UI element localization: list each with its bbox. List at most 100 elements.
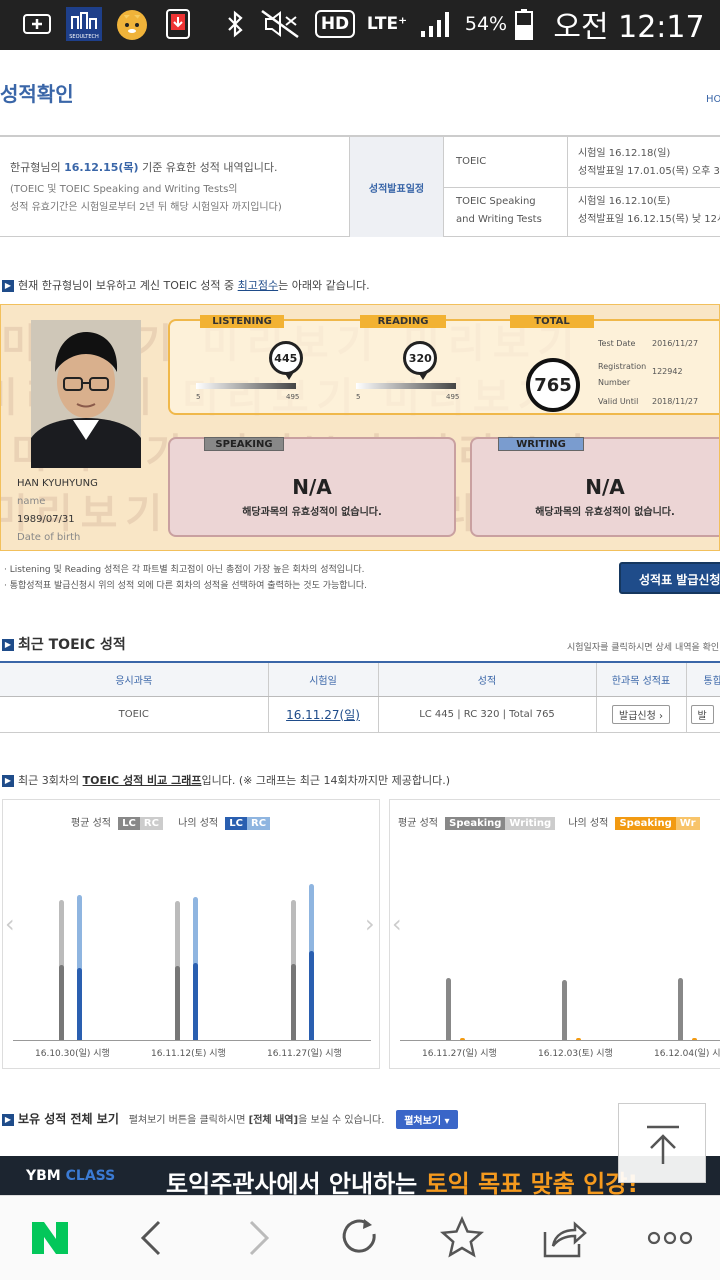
seoultech-icon: SEOULTECH	[66, 7, 102, 41]
legend-avg-rc: RC	[139, 817, 163, 830]
chart-bar	[460, 1038, 465, 1040]
ybm-logo: YBM CLASS	[26, 1168, 115, 1184]
clock: 오전 12:17	[553, 10, 705, 45]
ad-banner[interactable]: YBM CLASS 토익주관사에서 안내하는 토익 목표 맞춤 인강!	[0, 1156, 720, 1195]
expand-button[interactable]: 펼쳐보기 ▾	[396, 1110, 458, 1129]
scale-max: 495	[446, 393, 460, 401]
x-tick-label: 16.10.30(일) 시행	[35, 1049, 110, 1059]
test-date-label: Test Date	[598, 339, 636, 348]
x-tick-label: 16.11.27(일) 시행	[267, 1049, 342, 1059]
chart-bar	[562, 980, 567, 1040]
issue-button[interactable]: 발급신청 ›	[612, 704, 670, 724]
reading-tag: READING	[360, 315, 446, 328]
back-icon[interactable]	[122, 1208, 182, 1268]
naver-home-icon[interactable]	[20, 1208, 80, 1268]
notice-suffix: 기준 유효한 성적 내역입니다.	[138, 161, 278, 174]
legend-my-rc: RC	[247, 817, 271, 830]
bookmark-star-icon[interactable]	[432, 1208, 492, 1268]
row-combined-cell: 발	[686, 696, 720, 733]
holdings-heading: ▶ 보유 성적 전체 보기 펼쳐보기 버튼을 클릭하시면 [전체 내역]을 보실 …	[2, 1110, 458, 1129]
logo-b: CLASS	[65, 1168, 116, 1184]
chart-bar	[193, 963, 198, 1040]
reading-score-pin: 320	[403, 341, 438, 380]
notice-date: 16.12.15(목)	[64, 161, 139, 174]
compare-highlight: TOEIC 성적 비교 그래프	[82, 774, 202, 787]
registration-label: Registration Number	[598, 362, 647, 387]
chart-prev-icon[interactable]: ‹	[392, 910, 402, 938]
best-score-heading: ▶ 현재 한규형님이 보유하고 계신 TOEIC 성적 중 최고점수는 아래와 같…	[2, 277, 370, 293]
banner-text-a: 토익주관사에서 안내하는	[166, 1170, 426, 1195]
hd-label: HD	[314, 10, 356, 38]
holdings-desc-highlight: [전체 내역]	[248, 1115, 299, 1126]
row-date[interactable]: 16.11.27(일)	[286, 708, 360, 722]
row-date-link[interactable]: 16.11.27(일)	[268, 696, 379, 733]
status-bar: SEOULTECH HD LTE⁺ 54% 오전 12:17	[0, 0, 720, 50]
speaking-na-note: 해당과목의 유효성적이 없습니다.	[242, 507, 382, 518]
scroll-to-top-button[interactable]	[618, 1103, 706, 1183]
bullet-arrow-icon: ▶	[2, 280, 14, 292]
listening-tag: LISTENING	[200, 315, 284, 328]
birth-label: Date of birth	[17, 532, 81, 543]
score-notes: · Listening 및 Reading 성적은 각 파트별 최고점이 아닌 …	[4, 565, 367, 591]
svg-text:SEOULTECH: SEOULTECH	[69, 34, 99, 40]
schedule-test: TOEIC Speaking and Writing Tests	[456, 196, 542, 225]
chart-bar	[678, 978, 683, 1040]
x-tick-label: 16.11.12(토) 시행	[151, 1049, 226, 1059]
add-icon	[22, 8, 52, 40]
compare-heading: ▶ 최근 3회차의 TOEIC 성적 비교 그래프입니다. (※ 그래프는 최근 …	[2, 772, 450, 788]
network-label: LTE⁺	[366, 14, 408, 34]
legend-avg-speaking: Speaking	[445, 817, 506, 830]
schedule-test: TOEIC	[456, 156, 487, 167]
chart-bar	[309, 951, 314, 1040]
registration-number: 122942	[652, 367, 683, 376]
banner-text-b: 토익 목표 맞춤 인강!	[425, 1170, 639, 1195]
chart-bar	[175, 966, 180, 1040]
lr-score-box: LISTENING READING TOTAL 5 495 445 5 495 …	[168, 315, 719, 415]
kakao-icon	[114, 8, 150, 40]
battery-percent: 54%	[464, 13, 508, 35]
row-single-cell: 발급신청 ›	[596, 696, 687, 733]
reload-icon[interactable]	[330, 1208, 390, 1268]
signal-icon	[416, 8, 454, 40]
chart-bar	[446, 978, 451, 1040]
schedule-info: 시험일 16.12.18(일) 성적발표일 17.01.05(목) 오후 3	[578, 148, 720, 177]
bluetooth-icon	[224, 8, 248, 40]
print-report-button[interactable]: 성적표 발급신청	[619, 562, 720, 594]
share-icon[interactable]	[534, 1208, 594, 1268]
issue-combined-button[interactable]: 발	[690, 704, 714, 724]
compare-prefix: 최근 3회차의	[18, 774, 83, 787]
recent-heading: ▶ 최근 TOEIC 성적	[2, 634, 126, 654]
legend-my-lc: LC	[225, 817, 248, 830]
writing-na-note: 해당과목의 유효성적이 없습니다.	[535, 507, 675, 518]
browser-toolbar	[0, 1195, 720, 1280]
recent-table: 응시과목 시험일 성적 한과목 성적표 통합 TOEIC 16.11.27(일)…	[0, 661, 720, 733]
bullet-arrow-icon: ▶	[2, 1113, 14, 1126]
chart-legend: 평균 성적 LC RC 나의 성적 LC RC	[71, 814, 271, 830]
speaking-na: N/A	[292, 475, 332, 499]
toeic-chart: 평균 성적 LC RC 나의 성적 LC RC ‹ › 16.10.30(일) 시행…	[2, 799, 380, 1069]
chart-prev-icon[interactable]: ‹	[5, 910, 15, 938]
legend-mine: 나의 성적	[178, 818, 219, 829]
notice-main: 한규형님의 16.12.15(목) 기준 유효한 성적 내역입니다.	[10, 159, 278, 175]
web-page: 성적확인 HO 한규형님의 16.12.15(목) 기준 유효한 성적 내역입니…	[0, 50, 720, 1195]
listening-bar	[196, 383, 296, 389]
notice-sub: (TOEIC 및 TOEIC Speaking and Writing Test…	[10, 184, 282, 213]
chart-bar	[59, 965, 64, 1040]
home-link[interactable]: HO	[706, 94, 720, 105]
bullet-arrow-icon: ▶	[2, 775, 14, 787]
profile-info: HAN KYUHYUNG name 1989/07/31 Date of bir…	[17, 475, 98, 547]
speaking-box: SPEAKING N/A 해당과목의 유효성적이 없습니다.	[168, 437, 456, 537]
profile-photo	[31, 320, 141, 468]
forward-icon[interactable]	[228, 1208, 288, 1268]
legend-average: 평균 성적	[71, 818, 111, 829]
writing-tag: WRITING	[498, 437, 584, 451]
chart-next-icon[interactable]: ›	[365, 910, 375, 938]
notice-prefix: 한규형님의	[10, 161, 65, 174]
total-score: 765	[526, 358, 580, 412]
page-title: 성적확인	[0, 82, 74, 106]
speaking-tag: SPEAKING	[204, 437, 284, 451]
valid-until: 2018/11/27	[652, 397, 699, 406]
more-icon[interactable]	[640, 1208, 700, 1268]
col-single-report: 한과목 성적표	[596, 661, 687, 697]
col-score: 성적	[378, 661, 597, 697]
